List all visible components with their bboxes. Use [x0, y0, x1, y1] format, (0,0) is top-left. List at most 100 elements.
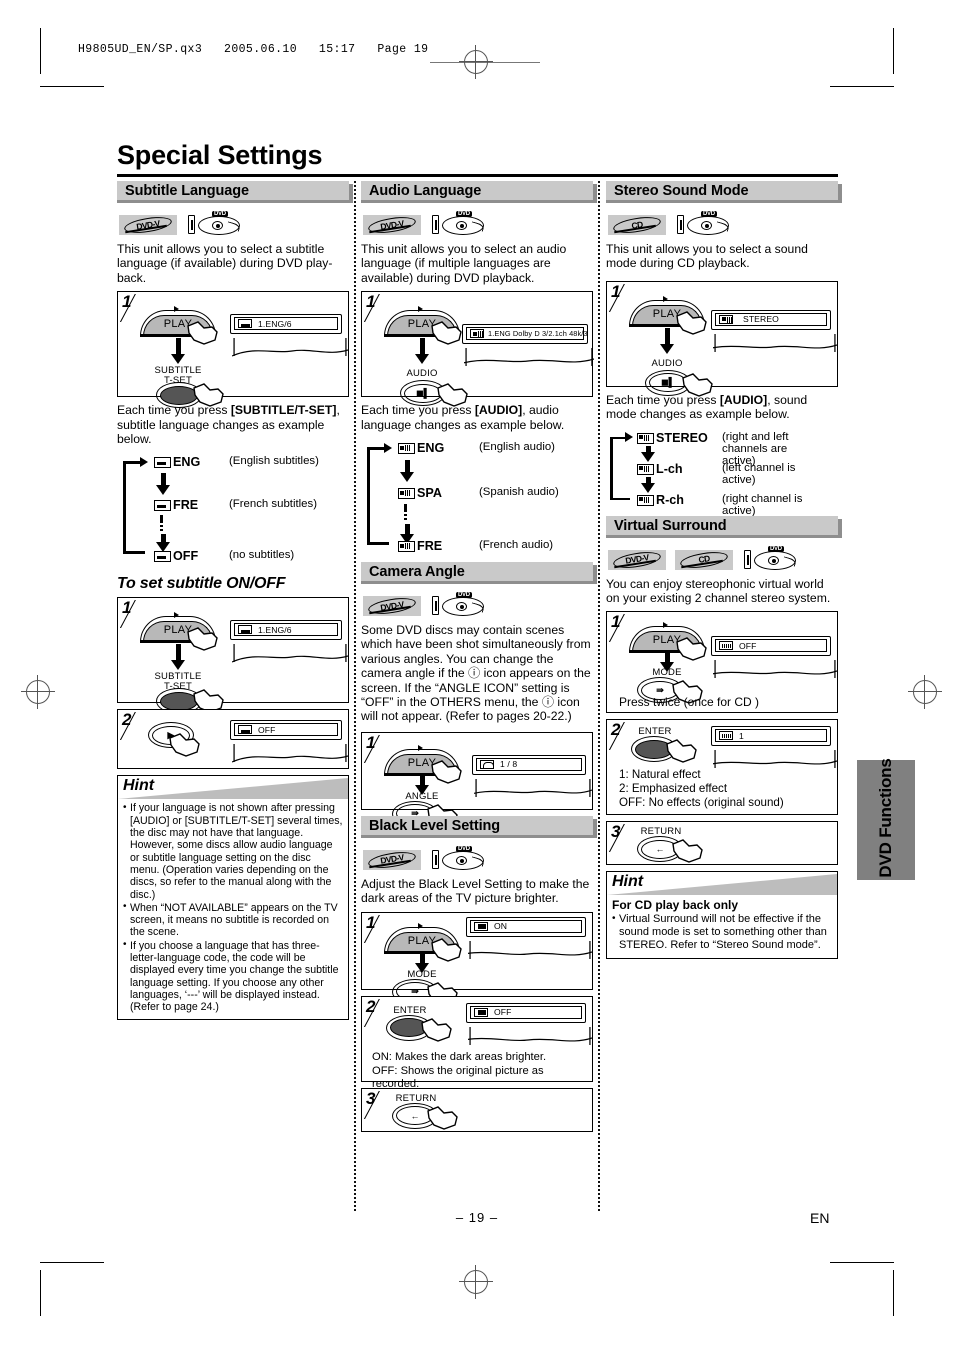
crop-mark-right-top — [893, 28, 894, 74]
cycle-arrow-stem — [160, 515, 163, 524]
cycle-item: OFF (no subtitles) — [151, 549, 294, 563]
step-number: 2 — [611, 720, 621, 740]
loop-line-bottom — [367, 542, 389, 545]
dvd-player-icon: DVD — [430, 211, 486, 238]
flow-arrow-icon — [171, 644, 185, 671]
step-number: 1 — [611, 612, 621, 632]
hint-item: When “NOT AVAILABLE” appears on the TV s… — [123, 901, 343, 939]
crop-rule-bottom-right — [830, 1262, 894, 1263]
hint-title: Hint — [123, 777, 155, 795]
section-header-subtitle-language: Subtitle Language — [117, 181, 353, 203]
step-note: Press twice (once for CD ) — [619, 695, 760, 710]
pointing-hand-icon — [186, 626, 220, 652]
pointing-hand-icon — [675, 636, 709, 662]
cycle-intro-key: [SUBTITLE/T-SET] — [230, 403, 337, 418]
loop-arrowhead-icon — [384, 442, 392, 453]
audio-icon — [397, 541, 415, 553]
subtitle-icon — [238, 319, 252, 329]
dvd-player-icon: DVD — [186, 211, 242, 238]
language-mark: EN — [810, 1210, 830, 1226]
remote-button-label: AUDIO — [651, 357, 683, 369]
cycle-item-name: FRE — [173, 498, 199, 513]
step-note: OFF: No effects (original sound) — [619, 796, 784, 810]
cycle-item-desc: (English audio) — [479, 441, 555, 454]
pointing-hand-icon — [426, 1105, 460, 1131]
step-box: 1 PLAY SUBTITLE T-SET 1.ENG/6 — [117, 597, 349, 715]
step-box: 1 PLAY AUDIO ◼▌ 1.ENG Dolby D 3/2.1ch 48… — [361, 291, 595, 407]
cycle-item-name: STEREO — [656, 430, 708, 445]
section-header-audio-language: Audio Language — [361, 181, 597, 203]
pointing-hand-icon — [168, 732, 202, 758]
dvd-video-badge-icon: DVD-V — [363, 215, 421, 235]
cd-badge-icon: CD — [675, 549, 733, 570]
pointing-hand-icon — [436, 382, 470, 408]
subtitle-cycle-list: ENG (English subtitles) FRE (French subt… — [117, 452, 349, 567]
section-title: Stereo Sound Mode — [614, 183, 749, 199]
virtual-surround-icon — [719, 641, 733, 651]
audio-icon — [636, 432, 654, 444]
cycle-item-desc: (French subtitles) — [229, 498, 317, 511]
cycle-item-desc: (no subtitles) — [229, 549, 295, 562]
crop-mark-left-top — [40, 28, 41, 74]
pointing-hand-icon — [671, 838, 705, 864]
cycle-arrow-icon — [156, 534, 170, 553]
cycle-item-desc: (English subtitles) — [229, 455, 319, 468]
side-tab-label: DVD Functions — [876, 758, 895, 878]
osd-text: 1 — [739, 730, 744, 741]
pointing-hand-icon — [681, 372, 715, 398]
section-intro-text: This unit allows you to select a subtitl… — [117, 242, 333, 285]
dvd-video-badge-icon: DVD-V — [363, 849, 421, 870]
cycle-arrow-icon — [156, 473, 170, 496]
crop-mark-left-bottom — [40, 1270, 41, 1316]
subsection-title: To set subtitle ON/OFF — [117, 575, 286, 593]
disc-badges: DVD-V DVD — [363, 591, 593, 621]
column-divider-2 — [598, 181, 600, 1211]
audio-icon — [397, 443, 415, 455]
flow-arrow-icon — [171, 338, 185, 365]
section-intro-text: You can enjoy stereophonic virtual world… — [606, 576, 831, 606]
osd-text: 1 / 8 — [500, 759, 518, 770]
osd-text: 1.ENG/6 — [258, 624, 292, 635]
osd-text: STEREO — [743, 314, 779, 325]
step-box: 1 PLAY AUDIO ◼▌ STEREO — [606, 280, 838, 397]
crop-mark-right-bottom — [893, 1270, 894, 1316]
disc-badges: DVD-V DVD — [119, 210, 349, 240]
section-header-virtual-surround: Virtual Surround — [606, 515, 842, 538]
cycle-dotted-line — [160, 525, 163, 534]
section-intro-text: Adjust the Black Level Setting to make t… — [361, 876, 590, 906]
audio-icon — [636, 463, 654, 475]
step-number: 1 — [366, 292, 376, 312]
step-box: 1 PLAY ANGLE ⇛ 1 / 8 — [361, 731, 593, 828]
loop-line-left — [367, 447, 370, 545]
hint-item: If your language is not shown after pres… — [123, 802, 343, 901]
crop-rule-bottom — [40, 1262, 104, 1263]
loop-line-top — [610, 436, 626, 440]
step-note: 2: Emphasized effect — [619, 782, 728, 796]
audio-icon — [397, 488, 415, 500]
dvd-video-badge-icon: DVD-V — [608, 549, 666, 570]
pointing-hand-icon — [420, 1017, 454, 1043]
hint-body: If your language is not shown after pres… — [118, 799, 348, 1019]
angle-icon — [480, 759, 494, 770]
subtitle-icon — [238, 725, 252, 735]
osd-text: OFF — [258, 724, 276, 735]
audio-icon — [719, 314, 733, 324]
loop-line-top — [123, 461, 141, 464]
cycle-intro-key: [AUDIO] — [474, 403, 523, 418]
step-number: 1 — [122, 292, 132, 312]
hint-header: Hint — [118, 776, 348, 800]
flow-arrow-icon — [415, 952, 429, 973]
dvd-video-badge-icon: DVD-V — [119, 215, 177, 235]
cycle-intro-key: [AUDIO] — [719, 392, 768, 407]
dvd-player-icon: DVD — [430, 592, 486, 619]
hint-box: Hint For CD play back only Virtual Surro… — [606, 871, 838, 959]
audio-icon — [636, 494, 654, 506]
subtitle-icon — [153, 457, 171, 469]
hint-box: Hint If your language is not shown after… — [117, 775, 349, 1021]
step-box: 2 ENTER 1 1: Natural effect 2: Emphasize… — [606, 719, 838, 816]
step-number: 3 — [366, 1088, 376, 1108]
cycle-item: ENG (English audio) — [395, 441, 555, 455]
osd-text: ON — [494, 921, 508, 932]
cycle-item: L-ch (left channel is active) — [634, 462, 816, 487]
remote-button-label: AUDIO — [406, 368, 438, 380]
